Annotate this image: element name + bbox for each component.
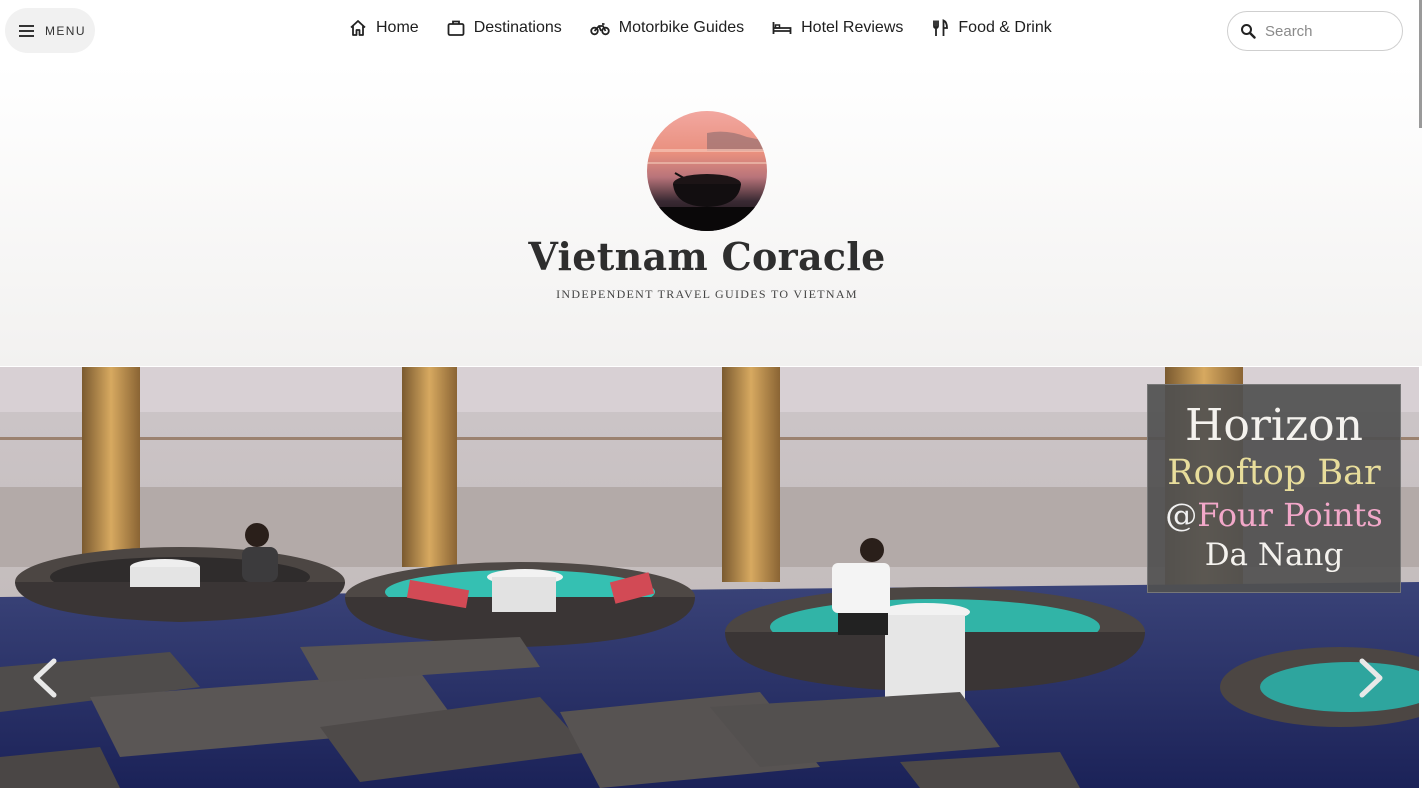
nav-item-motorbike-guides[interactable]: Motorbike Guides [590,19,744,37]
search-box[interactable] [1227,11,1403,51]
slider-prev-button[interactable] [28,657,62,699]
bed-icon [772,22,792,34]
nav-label-food-drink: Food & Drink [958,19,1052,36]
caption-at-sign: @ [1165,496,1198,534]
nav-label-motorbike-guides: Motorbike Guides [618,19,745,36]
nav-item-hotel-reviews[interactable]: Hotel Reviews [772,19,903,37]
site-header: Vietnam Coracle INDEPENDENT TRAVEL GUIDE… [0,64,1422,366]
slide-caption[interactable]: Horizon Rooftop Bar @Four Points Da Nang [1147,384,1401,593]
caption-line-rooftop-bar: Rooftop Bar [1167,453,1381,493]
nav-label-destinations: Destinations [473,19,562,36]
caption-hotel-name: Four Points [1197,496,1383,534]
nav-item-home[interactable]: Home [349,19,419,37]
site-title[interactable]: Vietnam Coracle [0,234,1414,279]
chevron-right-icon [1359,658,1383,698]
caption-line-horizon: Horizon [1185,400,1363,451]
main-nav: Home Destinations Motorbike Guides Hotel… [349,19,1080,37]
search-icon [1241,24,1256,39]
featured-slider: Horizon Rooftop Bar @Four Points Da Nang [0,367,1419,788]
cutlery-icon [933,19,949,36]
slider-next-button[interactable] [1354,657,1388,699]
search-input[interactable] [1265,22,1395,40]
briefcase-icon [447,20,465,36]
home-icon [350,20,366,36]
chevron-left-icon [33,658,57,698]
nav-label-home: Home [376,19,419,36]
site-tagline: INDEPENDENT TRAVEL GUIDES TO VIETNAM [556,287,858,301]
menu-label: MENU [45,23,86,38]
nav-label-hotel-reviews: Hotel Reviews [801,19,904,36]
caption-line-four-points: @Four Points [1148,495,1400,535]
nav-item-destinations[interactable]: Destinations [447,19,562,37]
menu-button[interactable]: MENU [5,8,95,53]
hamburger-icon [19,24,34,37]
top-navigation-bar: MENU Home Destinations Motorbike Guides … [0,0,1422,64]
nav-item-food-drink[interactable]: Food & Drink [931,19,1052,37]
motorbike-icon [590,23,610,36]
caption-line-da-nang: Da Nang [1204,537,1344,573]
site-logo[interactable] [647,111,767,231]
